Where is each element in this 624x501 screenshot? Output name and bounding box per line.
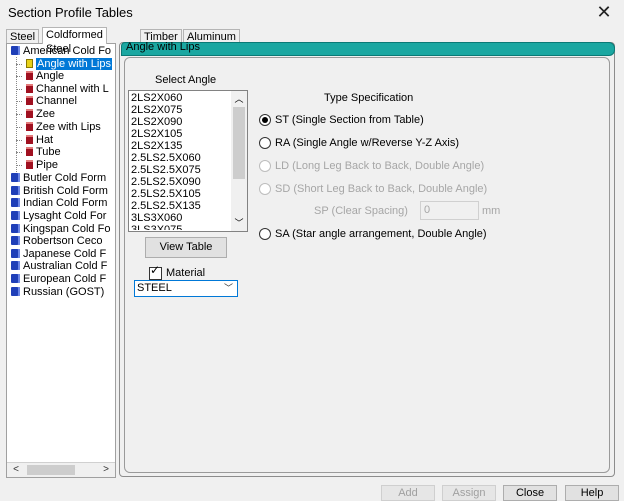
book-icon bbox=[11, 46, 20, 55]
tree-item-robertson-ceco[interactable]: Robertson Ceco bbox=[11, 235, 103, 247]
tree-item-british-cold-formed[interactable]: British Cold Form bbox=[11, 185, 108, 197]
scroll-left-icon[interactable]: < bbox=[9, 463, 23, 477]
tree-item-zee[interactable]: Zee bbox=[26, 108, 55, 120]
scroll-right-icon[interactable]: > bbox=[99, 463, 113, 477]
angle-list-scrollbar[interactable]: ︿ ﹀ bbox=[231, 91, 247, 231]
tree-item-japanese-cold-formed[interactable]: Japanese Cold F bbox=[11, 248, 106, 260]
profile-tree[interactable]: American Cold Fo Angle with Lips Angle C… bbox=[6, 43, 116, 478]
scroll-thumb[interactable] bbox=[233, 107, 245, 179]
section-icon bbox=[26, 84, 33, 93]
section-icon bbox=[26, 135, 33, 144]
book-icon bbox=[11, 186, 20, 195]
section-icon bbox=[26, 59, 33, 68]
tree-item-tube[interactable]: Tube bbox=[26, 146, 61, 158]
book-icon bbox=[11, 261, 20, 270]
book-icon bbox=[11, 211, 20, 220]
list-item[interactable]: 2.5LS2.5X060 bbox=[131, 152, 201, 164]
tree-item-australian-cold-formed[interactable]: Australian Cold F bbox=[11, 260, 107, 272]
radio-st[interactable] bbox=[259, 114, 271, 126]
section-icon bbox=[26, 147, 33, 156]
tree-item-russian-gost[interactable]: Russian (GOST) bbox=[11, 286, 104, 298]
radio-ld[interactable] bbox=[259, 160, 271, 172]
sp-clear-spacing-label: SP (Clear Spacing) bbox=[314, 205, 408, 217]
radio-sa[interactable] bbox=[259, 228, 271, 240]
chevron-down-icon: ﹀ bbox=[223, 283, 233, 293]
window-title: Section Profile Tables bbox=[8, 5, 133, 20]
tree-item-channel[interactable]: Channel bbox=[26, 95, 77, 107]
view-table-button[interactable]: View Table bbox=[145, 237, 227, 258]
close-window-icon[interactable]: ✕ bbox=[596, 3, 612, 21]
tree-item-indian-cold-formed[interactable]: Indian Cold Form bbox=[11, 197, 107, 209]
tree-item-hat[interactable]: Hat bbox=[26, 134, 53, 146]
list-item[interactable]: 2.5LS2.5X105 bbox=[131, 188, 201, 200]
material-select[interactable]: STEEL ﹀ bbox=[134, 280, 238, 297]
tree-item-kingspan-cold-formed[interactable]: Kingspan Cold Fo bbox=[11, 223, 110, 235]
sp-clear-spacing-input[interactable]: 0 bbox=[420, 201, 479, 220]
tree-item-zee-with-lips[interactable]: Zee with Lips bbox=[26, 121, 101, 133]
list-item[interactable]: 2.5LS2.5X075 bbox=[131, 164, 201, 176]
section-icon bbox=[26, 96, 33, 105]
tab-coldformed-steel[interactable]: Coldformed Steel bbox=[42, 27, 107, 55]
section-icon bbox=[26, 160, 33, 169]
tree-horizontal-scrollbar[interactable]: < > bbox=[7, 462, 115, 477]
section-icon bbox=[26, 71, 33, 80]
list-item[interactable]: 2LS2X060 bbox=[131, 92, 182, 104]
radio-ld-label: LD (Long Leg Back to Back, Double Angle) bbox=[275, 160, 485, 172]
scroll-down-icon[interactable]: ﹀ bbox=[231, 216, 247, 230]
radio-sa-label: SA (Star angle arrangement, Double Angle… bbox=[275, 228, 487, 240]
panel-header-title: Angle with Lips bbox=[126, 41, 200, 53]
radio-ra-label: RA (Single Angle w/Reverse Y-Z Axis) bbox=[275, 137, 460, 149]
radio-ra[interactable] bbox=[259, 137, 271, 149]
list-item[interactable]: 2LS2X105 bbox=[131, 128, 182, 140]
radio-st-label: ST (Single Section from Table) bbox=[275, 114, 424, 126]
type-specification-label: Type Specification bbox=[324, 92, 414, 104]
book-icon bbox=[11, 224, 20, 233]
list-item[interactable]: 2LS2X090 bbox=[131, 116, 182, 128]
select-angle-label: Select Angle bbox=[155, 74, 217, 86]
list-item[interactable]: 2LS2X075 bbox=[131, 104, 182, 116]
scroll-thumb[interactable] bbox=[27, 465, 75, 475]
material-select-value: STEEL bbox=[137, 282, 172, 294]
section-icon bbox=[26, 109, 33, 118]
list-item[interactable]: 2.5LS2.5X135 bbox=[131, 200, 201, 212]
radio-sd[interactable] bbox=[259, 183, 271, 195]
list-item[interactable]: 2.5LS2.5X090 bbox=[131, 176, 201, 188]
book-icon bbox=[11, 274, 20, 283]
tab-steel[interactable]: Steel bbox=[6, 29, 40, 44]
section-icon bbox=[26, 122, 33, 131]
list-item[interactable]: 3LS3X075 bbox=[131, 224, 182, 230]
material-label: Material bbox=[166, 267, 206, 279]
sp-unit-label: mm bbox=[482, 205, 501, 217]
scroll-up-icon[interactable]: ︿ bbox=[231, 92, 247, 106]
tree-item-butler-cold-formed[interactable]: Butler Cold Form bbox=[11, 172, 106, 184]
tree-item-pipe[interactable]: Pipe bbox=[26, 159, 58, 171]
checkmark-icon: ✓ bbox=[150, 263, 161, 277]
book-icon bbox=[11, 236, 20, 245]
sp-clear-spacing-value: 0 bbox=[424, 204, 431, 216]
list-item[interactable]: 2LS2X135 bbox=[131, 140, 182, 152]
book-icon bbox=[11, 198, 20, 207]
tree-item-angle-with-lips[interactable]: Angle with Lips bbox=[26, 58, 112, 70]
list-item[interactable]: 3LS3X060 bbox=[131, 212, 182, 224]
tree-item-angle[interactable]: Angle bbox=[26, 70, 64, 82]
tree-item-channel-with-lips[interactable]: Channel with L bbox=[26, 83, 109, 95]
angle-listbox[interactable]: 2LS2X060 2LS2X075 2LS2X090 2LS2X105 2LS2… bbox=[128, 90, 248, 232]
book-icon bbox=[11, 173, 20, 182]
book-icon bbox=[11, 287, 20, 296]
radio-sd-label: SD (Short Leg Back to Back, Double Angle… bbox=[275, 183, 488, 195]
book-icon bbox=[11, 249, 20, 258]
tree-item-lysaght-cold-formed[interactable]: Lysaght Cold For bbox=[11, 210, 106, 222]
tree-item-european-cold-formed[interactable]: European Cold F bbox=[11, 273, 106, 285]
